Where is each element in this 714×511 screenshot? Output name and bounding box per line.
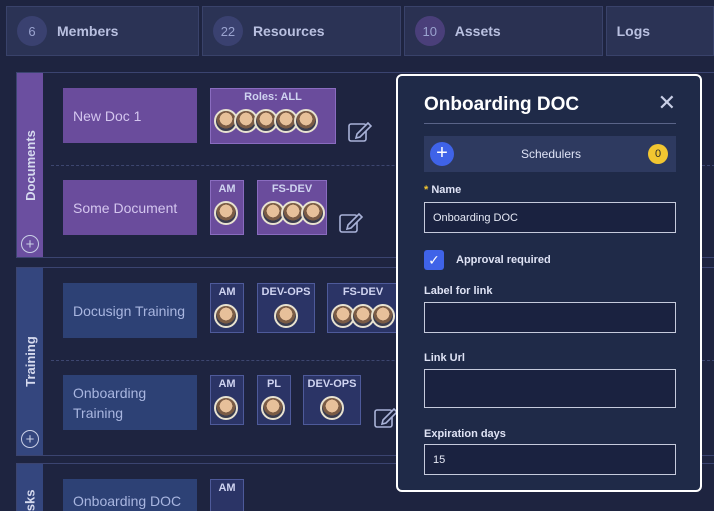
task-card-title: Onboarding DOC bbox=[73, 493, 182, 509]
role-badge-title: DEV-OPS bbox=[307, 378, 357, 390]
role-badge-dev-ops: DEV-OPS bbox=[257, 283, 315, 333]
tab-logs[interactable]: Logs bbox=[605, 6, 714, 56]
training-card-docusign[interactable]: Docusign Training bbox=[63, 283, 197, 338]
top-tabs: 6 Members 22 Resources 10 Assets Logs bbox=[0, 0, 714, 62]
training-card-title: Docusign Training bbox=[73, 302, 186, 319]
avatar bbox=[301, 201, 325, 225]
members-count-badge: 6 bbox=[17, 16, 47, 46]
role-badge-title: AM bbox=[218, 378, 236, 390]
role-badge-pl: PL bbox=[257, 375, 291, 425]
avatar bbox=[214, 304, 238, 328]
avatar bbox=[294, 109, 318, 133]
avatar bbox=[274, 304, 298, 328]
add-document-icon[interactable]: + bbox=[21, 235, 39, 253]
resources-count-badge: 22 bbox=[212, 16, 243, 46]
role-badge-title: AM bbox=[218, 482, 236, 494]
avatar bbox=[320, 396, 344, 420]
name-input[interactable]: Onboarding DOC bbox=[424, 202, 676, 233]
add-training-icon[interactable]: + bbox=[21, 430, 39, 448]
add-scheduler-icon[interactable]: + bbox=[430, 142, 454, 166]
required-marker: * bbox=[424, 184, 429, 196]
schedulers-label: Schedulers bbox=[520, 147, 582, 161]
tab-resources[interactable]: 22 Resources bbox=[201, 6, 401, 56]
tab-members-label: Members bbox=[57, 23, 119, 39]
role-badge-fs-dev: FS-DEV bbox=[257, 180, 327, 235]
role-badge-am: AM bbox=[210, 180, 244, 235]
doc-card-title: New Doc 1 bbox=[73, 107, 142, 124]
modal-title: Onboarding DOC bbox=[424, 94, 580, 115]
doc-card-title: Some Document bbox=[73, 199, 178, 216]
role-badge-am: AM bbox=[210, 375, 244, 425]
doc-card-new-doc-1[interactable]: New Doc 1 bbox=[63, 88, 197, 143]
expiration-field-label: Expiration days bbox=[424, 428, 506, 440]
role-badge-am: AM bbox=[210, 479, 244, 511]
role-badge-all: Roles: ALL bbox=[210, 88, 336, 144]
role-badge-title: AM bbox=[218, 183, 236, 195]
tab-resources-label: Resources bbox=[252, 23, 325, 39]
tab-assets[interactable]: 10 Assets bbox=[403, 6, 603, 56]
documents-section-title: Documents bbox=[22, 129, 38, 201]
approval-checkbox[interactable]: ✓ bbox=[424, 250, 444, 270]
modal-header: Onboarding DOC ✕ bbox=[424, 92, 676, 124]
training-card-title: Onboarding Training bbox=[73, 384, 147, 421]
tab-members[interactable]: 6 Members bbox=[6, 6, 199, 56]
role-badge-fs-dev: FS-DEV bbox=[327, 283, 399, 333]
avatar bbox=[214, 201, 238, 225]
role-badge-title: Roles: ALL bbox=[244, 91, 302, 103]
role-badge-title: PL bbox=[266, 378, 282, 390]
edit-document-modal: Onboarding DOC ✕ + Schedulers 0 * Name O… bbox=[396, 74, 702, 492]
training-card-onboarding[interactable]: Onboarding Training bbox=[63, 375, 197, 430]
training-section-tab[interactable]: Training bbox=[17, 268, 43, 455]
documents-section-tab[interactable]: Documents bbox=[17, 73, 43, 257]
tab-assets-label: Assets bbox=[454, 23, 501, 39]
tasks-section-title: Tasks bbox=[22, 489, 38, 511]
schedulers-bar[interactable]: + Schedulers 0 bbox=[424, 136, 676, 172]
edit-icon[interactable] bbox=[347, 118, 373, 144]
link-url-field-label: Link Url bbox=[424, 352, 465, 364]
expiration-days-input[interactable]: 15 bbox=[424, 444, 676, 475]
role-badge-title: AM bbox=[218, 286, 236, 298]
tasks-section-tab[interactable]: Tasks bbox=[17, 464, 43, 511]
role-badge-title: FS-DEV bbox=[271, 183, 313, 195]
edit-icon[interactable] bbox=[338, 209, 364, 235]
link-label-field-label: Label for link bbox=[424, 285, 493, 297]
role-badge-dev-ops: DEV-OPS bbox=[303, 375, 361, 425]
link-label-input[interactable] bbox=[424, 302, 676, 333]
tab-logs-label: Logs bbox=[616, 23, 651, 39]
role-badge-am: AM bbox=[210, 283, 244, 333]
close-icon[interactable]: ✕ bbox=[658, 92, 676, 114]
name-field-label: * Name bbox=[424, 184, 461, 196]
role-badge-title: DEV-OPS bbox=[261, 286, 311, 298]
doc-card-some-document[interactable]: Some Document bbox=[63, 180, 197, 235]
training-section-title: Training bbox=[22, 336, 38, 387]
role-badge-title: FS-DEV bbox=[342, 286, 384, 298]
schedulers-count-badge: 0 bbox=[648, 144, 668, 164]
approval-label: Approval required bbox=[456, 254, 551, 266]
task-card-onboarding-doc[interactable]: Onboarding DOC bbox=[63, 479, 197, 511]
avatar bbox=[214, 396, 238, 420]
assets-count-badge: 10 bbox=[414, 16, 445, 46]
avatar bbox=[371, 304, 395, 328]
avatar bbox=[261, 396, 285, 420]
name-label-text: Name bbox=[431, 184, 462, 196]
link-url-textarea[interactable] bbox=[424, 369, 676, 408]
